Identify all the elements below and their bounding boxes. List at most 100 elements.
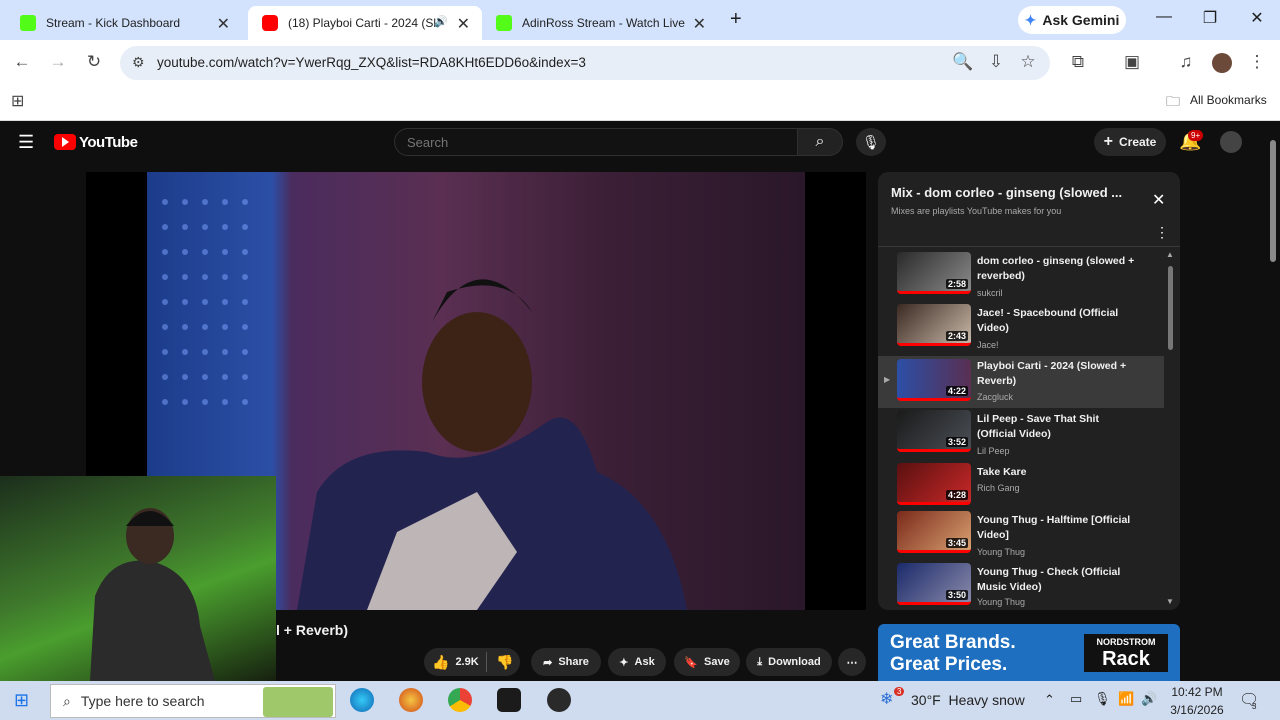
scroll-up-icon[interactable]: ▲ <box>1166 250 1174 259</box>
microphone-tray-icon[interactable]: 🎙 <box>1094 691 1111 707</box>
account-avatar[interactable] <box>1220 131 1242 153</box>
playlist-item-current[interactable]: ▶ 4:22 Playboi Carti - 2024 (Slowed + Re… <box>878 356 1164 408</box>
back-icon[interactable]: ← <box>10 52 34 72</box>
windows-start-icon[interactable]: ⊞ <box>14 690 29 711</box>
voice-search-button[interactable]: 🎙 <box>856 128 886 156</box>
item-channel: Jace! <box>977 340 999 350</box>
media-control-icon[interactable]: ♫ <box>1174 52 1198 72</box>
tab-strip: Stream - Kick Dashboard ✕ (18) Playboi C… <box>0 0 1280 40</box>
weather-icon[interactable]: ❄ <box>880 689 893 709</box>
tab-kick-dashboard[interactable]: Stream - Kick Dashboard ✕ <box>6 6 242 40</box>
download-button[interactable]: ⤓ Download <box>746 648 832 676</box>
page-scrollbar[interactable] <box>1270 140 1276 262</box>
ask-button[interactable]: ✦ Ask <box>608 648 666 676</box>
duration-badge: 4:22 <box>945 386 968 396</box>
search-input[interactable] <box>394 128 798 156</box>
youtube-logo-icon[interactable] <box>54 134 76 150</box>
url-text[interactable]: youtube.com/watch?v=YwerRqg_ZXQ&list=RDA… <box>157 55 586 70</box>
minimize-icon[interactable]: — <box>1152 8 1176 26</box>
duration-badge: 4:28 <box>945 490 968 500</box>
download-icon: ⤓ <box>757 655 763 668</box>
chrome-icon[interactable] <box>448 688 472 712</box>
restore-icon[interactable]: ❐ <box>1198 8 1222 28</box>
zoom-icon[interactable]: 🔍 <box>951 52 975 72</box>
item-title: Young Thug - Halftime [Official Video] <box>977 514 1131 541</box>
all-bookmarks-link[interactable]: All Bookmarks <box>1190 93 1267 107</box>
share-button[interactable]: ➦ Share <box>531 648 601 676</box>
new-tab-icon[interactable]: + <box>730 8 742 31</box>
item-channel: Zacgluck <box>977 392 1014 402</box>
apps-grid-icon[interactable]: ⊞ <box>11 91 24 111</box>
youtube-logo-text[interactable]: YouTube <box>79 134 138 151</box>
close-playlist-icon[interactable]: ✕ <box>1152 190 1165 210</box>
playlist-item[interactable]: 2:58 dom corleo - ginseng (slowed + reve… <box>878 252 1164 304</box>
playlist-scrollbar[interactable] <box>1168 266 1173 350</box>
tab-search-icon[interactable]: ▣ <box>1120 52 1144 72</box>
forward-icon[interactable]: → <box>46 52 70 72</box>
speaker-icon[interactable]: 🔊 <box>434 15 448 28</box>
share-icon: ➦ <box>543 656 553 669</box>
close-icon[interactable]: ✕ <box>693 14 706 34</box>
folder-icon: 🗀 <box>1166 93 1180 109</box>
menu-icon[interactable]: ⋮ <box>1245 52 1269 72</box>
nordstrom-rack-logo: NORDSTROM Rack <box>1084 634 1168 672</box>
video-title: l + Reverb) <box>276 622 348 638</box>
notification-count: 3 <box>1252 702 1257 711</box>
weather-text[interactable]: 30°F Heavy snow <box>911 692 1025 708</box>
download-label: Download <box>768 656 821 668</box>
ask-gemini-label: Ask Gemini <box>1042 12 1120 28</box>
reload-icon[interactable]: ↻ <box>82 52 106 72</box>
clock-date[interactable]: 3/16/2026 <box>1165 703 1229 717</box>
ask-gemini-button[interactable]: ✦ Ask Gemini <box>1018 6 1126 34</box>
create-button[interactable]: + Create <box>1094 128 1166 156</box>
tab-youtube[interactable]: (18) Playboi Carti - 2024 (Sl 🔊 ✕ <box>248 6 482 40</box>
capcut-icon[interactable] <box>497 688 521 712</box>
item-title: Young Thug - Check (Official Music Video… <box>977 566 1121 593</box>
wifi-icon[interactable]: 📶 <box>1118 691 1134 707</box>
item-title: Jace! - Spacebound (Official Video) <box>977 307 1119 334</box>
profile-avatar[interactable] <box>1212 53 1232 73</box>
bookmark-star-icon[interactable]: ☆ <box>1016 52 1040 72</box>
taskbar-search[interactable]: ⌕ Type here to search <box>50 684 336 718</box>
extensions-icon[interactable]: ⧉ <box>1066 52 1090 72</box>
edge-icon[interactable] <box>350 688 374 712</box>
fl-studio-icon[interactable] <box>399 688 423 712</box>
save-label: Save <box>704 656 730 668</box>
clock-time[interactable]: 10:42 PM <box>1168 685 1226 699</box>
more-actions-button[interactable]: ⋯ <box>838 648 866 676</box>
like-button[interactable]: 👍 2.9K 👎 <box>424 648 520 676</box>
hamburger-menu-icon[interactable]: ☰ <box>18 132 34 153</box>
search-button[interactable]: ⌕ <box>797 128 843 156</box>
item-channel: Lil Peep <box>977 446 1010 456</box>
device-icon[interactable]: ▭ <box>1070 691 1082 707</box>
scroll-down-icon[interactable]: ▼ <box>1166 597 1174 606</box>
item-channel: sukcril <box>977 288 1003 298</box>
thumbnail: 3:52 <box>897 410 971 452</box>
ad-brand-top: NORDSTROM <box>1096 637 1156 647</box>
playlist-item[interactable]: 4:28 Take Kare Rich Gang <box>878 463 1164 515</box>
notification-badge: 9+ <box>1188 130 1204 141</box>
volume-icon[interactable]: 🔊 <box>1141 691 1157 707</box>
install-icon[interactable]: ⇩ <box>984 52 1008 72</box>
close-icon[interactable]: ✕ <box>457 14 470 34</box>
bookmark-icon: 🔖 <box>684 656 698 669</box>
playlist-title[interactable]: Mix - dom corleo - ginseng (slowed ... <box>891 185 1122 200</box>
thumbs-down-icon[interactable]: 👎 <box>496 654 513 671</box>
item-channel: Rich Gang <box>977 483 1020 493</box>
close-icon[interactable]: ✕ <box>217 14 230 34</box>
playlist-menu-icon[interactable]: ⋮ <box>1155 224 1169 241</box>
obs-icon[interactable] <box>547 688 571 712</box>
ad-banner[interactable]: Great Brands. Great Prices. NORDSTROM Ra… <box>878 624 1180 681</box>
site-info-icon[interactable]: ⚙ <box>132 54 145 71</box>
tab-adinross[interactable]: AdinRoss Stream - Watch Live o ✕ <box>482 6 718 40</box>
save-button[interactable]: 🔖 Save <box>674 648 740 676</box>
playlist-item[interactable]: 2:43 Jace! - Spacebound (Official Video)… <box>878 304 1164 356</box>
thumbs-up-icon: 👍 <box>432 653 450 670</box>
tab-title: Stream - Kick Dashboard <box>46 16 181 30</box>
playlist-item[interactable]: 3:52 Lil Peep - Save That Shit (Official… <box>878 410 1164 462</box>
close-window-icon[interactable]: ✕ <box>1245 8 1269 28</box>
playlist-item[interactable]: 3:45 Young Thug - Halftime [Official Vid… <box>878 511 1164 563</box>
webcam-overlay <box>0 476 276 681</box>
chevron-up-icon[interactable]: ⌃ <box>1044 692 1055 708</box>
playlist-item[interactable]: 3:50 Young Thug - Check (Official Music … <box>878 563 1164 609</box>
